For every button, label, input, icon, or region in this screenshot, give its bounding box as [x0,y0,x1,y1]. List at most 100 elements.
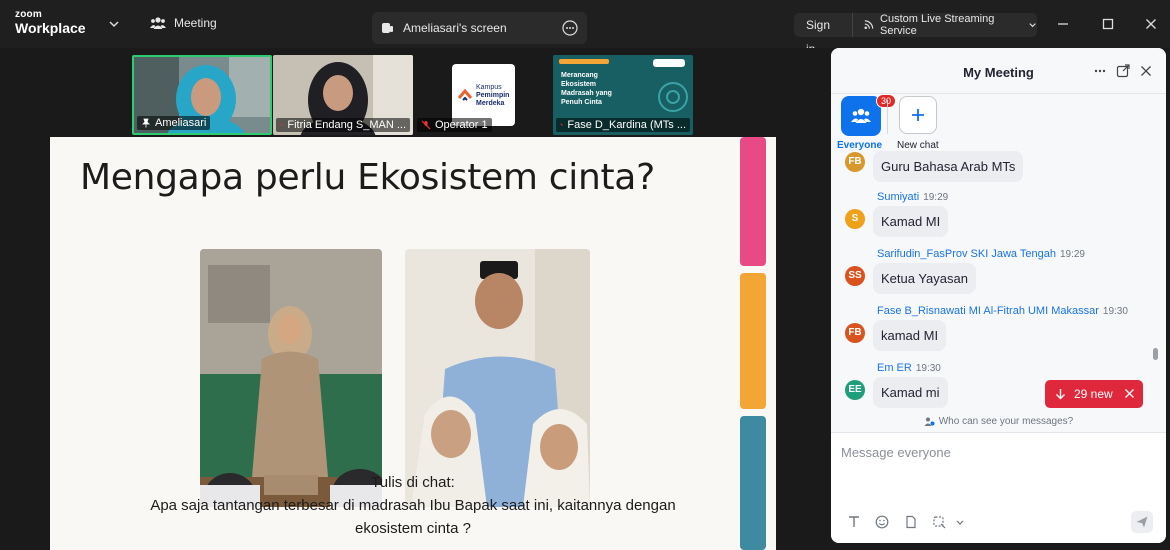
kampus-logo-icon [458,88,473,101]
screenshot-icon[interactable] [932,515,946,529]
slide-deco-pink [740,137,766,266]
message-text: Ketua Yayasan [873,263,976,294]
people-lock-icon [924,417,935,426]
zoom-logo[interactable]: zoom Workplace [15,9,86,36]
everyone-tab[interactable]: 30 [841,94,897,136]
mic-muted-icon [421,120,431,130]
participant-name: Fase D_Kardina (MTs ... [567,119,686,131]
close-icon[interactable] [1139,64,1153,78]
kampus-logo-card: Kampus Pemimpin Merdeka [452,64,515,126]
logo-line1: zoom [15,9,42,20]
more-icon[interactable] [1093,64,1107,78]
video-tile-operator[interactable]: Kampus Pemimpin Merdeka Operator 1 [414,55,554,135]
caption-line3: ekosistem cinta ? [355,520,471,537]
more-options-icon[interactable] [562,20,578,36]
slide-title: Mengapa perlu Ekosistem cinta? [80,157,655,198]
chat-scrollbar[interactable] [1153,348,1158,360]
dismiss-icon[interactable] [1124,388,1135,399]
send-icon [1136,516,1148,528]
tile-label: Fitria Endang S_MAN ... [276,118,410,132]
video-tile-fitria[interactable]: Fitria Endang S_MAN ... [273,55,413,135]
close-icon[interactable] [1143,16,1159,32]
tab-divider [887,100,888,134]
who-can-see-link[interactable]: Who can see your messages? [831,410,1166,432]
new-messages-label: 29 new [1074,387,1113,401]
message-sender: Em ER 19:30 [877,362,941,374]
caption-line1: Tulis di chat: [371,474,455,491]
slide-deco-orange [740,273,766,409]
signin-streaming-group: Sign in Custom Live Streaming Service [794,13,1037,56]
chevron-down-icon[interactable] [955,515,965,529]
message-text: Guru Bahasa Arab MTs [873,151,1024,182]
live-streaming-dropdown[interactable]: Custom Live Streaming Service [853,13,1037,37]
mic-muted-icon [280,123,284,127]
message-text: Kamad MI [873,206,949,237]
video-tile-ameliasari[interactable]: Ameliasari [132,55,272,135]
fase-line1: Merancang [561,72,598,79]
new-chat-tab[interactable] [899,96,937,134]
participant-name: Fitria Endang S_MAN ... [287,119,406,131]
message-list[interactable]: FB Guru Bahasa Arab MTs Sumiyati 19:29 S … [831,148,1166,410]
kampus-line1: Kampus [476,84,502,91]
participant-name: Ameliasari [155,117,207,129]
teacher-students-photo [405,249,590,507]
meeting-label: Meeting [174,16,217,30]
fase-line3: Madrasah yang [561,90,612,97]
meeting-main-area: Ameliasari Fitria Endang S_MAN ... Kampu… [0,48,830,550]
pin-icon [142,118,150,128]
group-icon [851,108,871,123]
zoom-window: zoom Workplace Meeting Ameliasari's scre… [0,0,1170,550]
fase-line4: Penuh Cinta [561,99,602,106]
message-input[interactable] [841,441,1151,463]
meeting-button[interactable]: Meeting [150,16,217,30]
title-bar: zoom Workplace Meeting Ameliasari's scre… [0,0,1170,56]
kampus-line3: Merdeka [476,100,505,107]
shared-slide: Mengapa perlu Ekosistem cinta? Tulis di … [50,137,776,550]
teacher-classroom-photo [200,249,382,507]
file-icon[interactable] [904,515,918,529]
participant-name: Operator 1 [435,119,488,131]
fase-line2: Ekosistem [561,81,597,88]
screen-share-tab[interactable]: Ameliasari's screen [372,12,587,44]
avatar: FB [845,323,865,343]
who-can-see-label: Who can see your messages? [938,415,1074,427]
slide-deco-teal [740,416,766,550]
avatar: EE [845,380,865,400]
chevron-down-icon [1029,23,1036,28]
chat-tabs: 30 Everyone New chat [831,94,1166,154]
unread-badge: 30 [876,94,897,108]
logo-line2: Workplace [15,20,86,36]
tile-label: Ameliasari [137,116,211,130]
new-messages-button[interactable]: 29 new [1045,380,1143,408]
text-format-icon[interactable] [847,515,861,529]
sign-in-button[interactable]: Sign in [794,13,853,56]
arrow-down-icon [1056,389,1065,400]
hand-screen-icon [382,23,393,33]
stream-label: Custom Live Streaming Service [880,13,995,37]
avatar: SS [845,266,865,286]
message-sender: Fase B_Risnawati MI Al-Fitrah UMI Makass… [877,305,1128,317]
live-stream-icon [864,20,874,30]
kampus-line2: Pemimpin [476,92,510,99]
caption-line2: Apa saja tantangan terbesar di madrasah … [150,497,676,514]
tile-label: Operator 1 [417,118,492,132]
plus-icon [912,109,924,121]
chat-panel: My Meeting 30 Everyone New chat FB Guru … [831,48,1166,543]
emoji-icon[interactable] [875,515,889,529]
mic-muted-icon [560,123,564,127]
message-composer [831,432,1166,543]
maximize-icon[interactable] [1100,16,1116,32]
message-text: Kamad mi [873,377,948,408]
tile-label: Fase D_Kardina (MTs ... [556,118,690,132]
avatar: S [845,209,865,229]
message-sender: Sumiyati 19:29 [877,191,949,203]
minimize-icon[interactable] [1055,16,1071,32]
screen-tab-label: Ameliasari's screen [403,21,507,35]
avatar: FB [845,152,865,172]
pop-out-icon[interactable] [1116,64,1130,78]
message-sender: Sarifudin_FasProv SKI Jawa Tengah 19:29 [877,248,1085,260]
video-tile-fase-d[interactable]: Merancang Ekosistem Madrasah yang Penuh … [553,55,693,135]
send-button[interactable] [1131,511,1153,533]
chevron-down-icon[interactable] [108,18,120,30]
participants-icon [150,17,166,29]
